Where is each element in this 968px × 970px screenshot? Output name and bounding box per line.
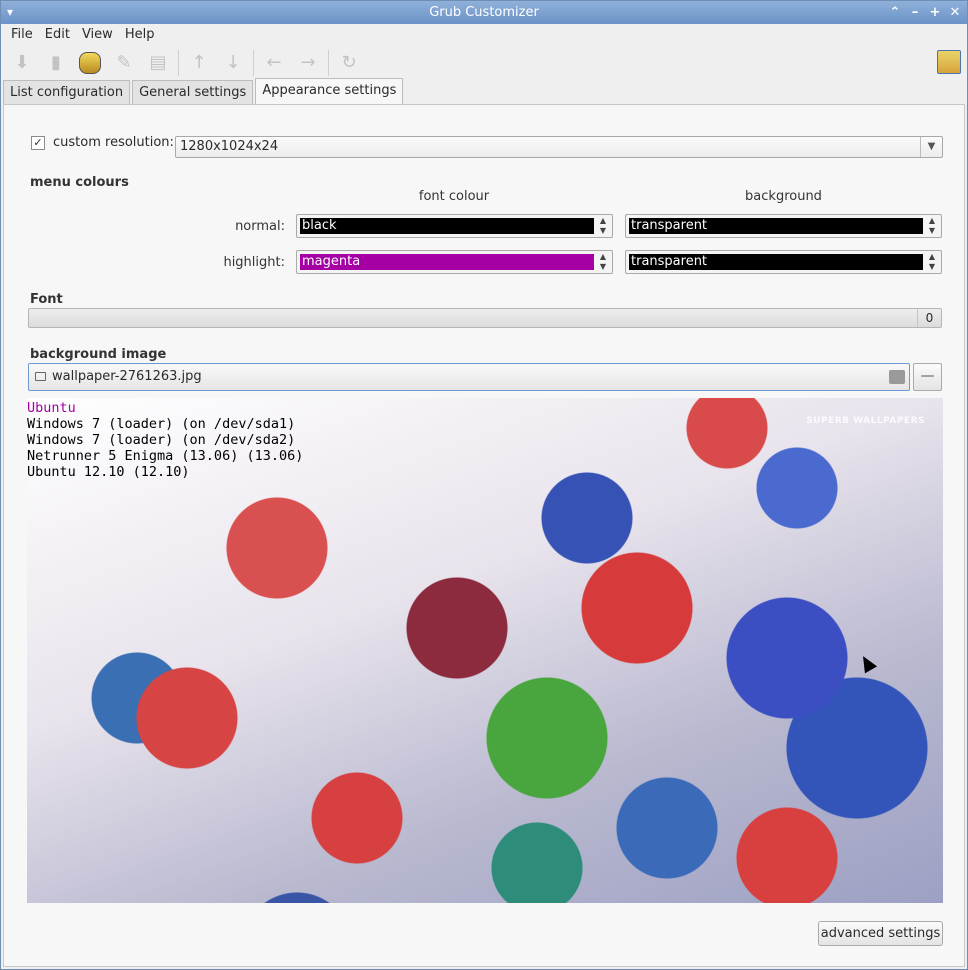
boot-entry: Windows 7 (loader) (on /dev/sda1) bbox=[27, 416, 296, 432]
install-icon[interactable] bbox=[73, 48, 107, 78]
boot-entry: Ubuntu bbox=[27, 400, 76, 416]
toolbar-separator bbox=[328, 49, 329, 76]
spin-arrows-icon[interactable]: ▲ ▼ bbox=[925, 252, 939, 272]
toolbar: ⬇ ▮ ✎ ▤ ↑ ↓ ← → ↻ bbox=[1, 46, 967, 79]
menu-file[interactable]: File bbox=[5, 24, 39, 46]
remove-background-button[interactable]: — bbox=[913, 363, 942, 391]
close-icon[interactable]: ✕ bbox=[949, 1, 961, 24]
folder-icon[interactable] bbox=[889, 370, 905, 384]
boot-entry: Windows 7 (loader) (on /dev/sda2) bbox=[27, 432, 296, 448]
menu-bar: File Edit View Help bbox=[1, 24, 967, 46]
font-colour-header: font colour bbox=[418, 189, 490, 204]
about-icon[interactable] bbox=[937, 50, 961, 74]
move-right-icon[interactable]: → bbox=[291, 48, 325, 78]
boot-menu-preview: Ubuntu Windows 7 (loader) (on /dev/sda1)… bbox=[27, 398, 943, 903]
create-entry-icon[interactable]: ▤ bbox=[141, 48, 175, 78]
toolbar-separator bbox=[178, 49, 179, 76]
tab-list-configuration[interactable]: List configuration bbox=[3, 80, 131, 104]
font-value: 0 bbox=[917, 309, 941, 327]
app-window: ▾ Grub Customizer ⌃ – + ✕ File Edit View… bbox=[0, 0, 968, 970]
custom-resolution-label: custom resolution: bbox=[53, 135, 174, 150]
menu-colours-title: menu colours bbox=[30, 175, 129, 190]
boot-entries-list: Ubuntu Windows 7 (loader) (on /dev/sda1)… bbox=[27, 400, 303, 480]
tab-appearance-settings[interactable]: Appearance settings bbox=[255, 78, 404, 104]
boot-entry: Ubuntu 12.10 (12.10) bbox=[27, 464, 190, 480]
menu-edit[interactable]: Edit bbox=[39, 24, 76, 46]
tab-bar: List configuration General settings Appe… bbox=[3, 78, 405, 105]
minimize-icon[interactable]: – bbox=[909, 1, 921, 24]
resolution-value: 1280x1024x24 bbox=[180, 139, 279, 154]
normal-background-value: transparent bbox=[629, 218, 923, 234]
window-title: Grub Customizer bbox=[429, 5, 539, 20]
resolution-combobox[interactable]: 1280x1024x24 ▼ bbox=[175, 136, 943, 158]
background-image-title: background image bbox=[30, 347, 167, 362]
delete-icon[interactable]: ▮ bbox=[39, 48, 73, 78]
highlight-font-colour-value: magenta bbox=[300, 254, 594, 270]
chevron-down-icon[interactable]: ▼ bbox=[920, 137, 942, 157]
spin-arrows-icon[interactable]: ▲ ▼ bbox=[596, 252, 610, 272]
highlight-background-select[interactable]: transparent ▲ ▼ bbox=[625, 250, 942, 274]
background-image-filename: wallpaper-2761263.jpg bbox=[52, 369, 202, 384]
maximize-icon[interactable]: + bbox=[929, 1, 941, 24]
spin-arrows-icon[interactable]: ▲ ▼ bbox=[596, 216, 610, 236]
edit-icon[interactable]: ✎ bbox=[107, 48, 141, 78]
shade-icon[interactable]: ⌃ bbox=[889, 1, 901, 24]
move-left-icon[interactable]: ← bbox=[257, 48, 291, 78]
wallpaper-watermark: SUPERB WALLPAPERS bbox=[806, 416, 925, 426]
menu-view[interactable]: View bbox=[76, 24, 119, 46]
font-title: Font bbox=[30, 292, 63, 307]
spin-arrows-icon[interactable]: ▲ ▼ bbox=[925, 216, 939, 236]
advanced-settings-button[interactable]: advanced settings bbox=[818, 921, 943, 946]
highlight-font-colour-select[interactable]: magenta ▲ ▼ bbox=[296, 250, 613, 274]
normal-label: normal: bbox=[235, 219, 285, 234]
normal-font-colour-select[interactable]: black ▲ ▼ bbox=[296, 214, 613, 238]
normal-font-colour-value: black bbox=[300, 218, 594, 234]
custom-resolution-checkbox[interactable]: ✓ bbox=[31, 135, 45, 150]
save-icon[interactable]: ⬇ bbox=[5, 48, 39, 78]
title-bar: ▾ Grub Customizer ⌃ – + ✕ bbox=[1, 1, 967, 24]
boot-entry: Netrunner 5 Enigma (13.06) (13.06) bbox=[27, 448, 304, 464]
font-selector[interactable]: 0 bbox=[28, 308, 942, 328]
move-down-icon[interactable]: ↓ bbox=[216, 48, 250, 78]
toolbar-separator bbox=[253, 49, 254, 76]
highlight-background-value: transparent bbox=[629, 254, 923, 270]
background-image-chooser[interactable]: wallpaper-2761263.jpg bbox=[28, 363, 910, 391]
tab-general-settings[interactable]: General settings bbox=[132, 80, 254, 104]
image-file-icon bbox=[35, 372, 46, 381]
window-controls: ⌃ – + ✕ bbox=[889, 1, 961, 24]
highlight-label: highlight: bbox=[223, 255, 285, 270]
move-up-icon[interactable]: ↑ bbox=[182, 48, 216, 78]
custom-resolution-row: ✓ custom resolution: bbox=[31, 135, 174, 150]
revert-icon[interactable]: ↻ bbox=[332, 48, 366, 78]
background-header: background bbox=[745, 189, 822, 204]
window-menu-icon[interactable]: ▾ bbox=[7, 1, 13, 24]
normal-background-select[interactable]: transparent ▲ ▼ bbox=[625, 214, 942, 238]
menu-help[interactable]: Help bbox=[119, 24, 161, 46]
